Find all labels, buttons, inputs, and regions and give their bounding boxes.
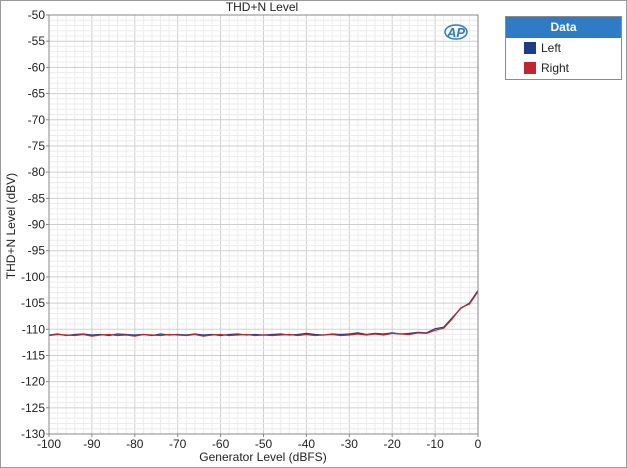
x-tick-labels: -100 -90 -80 -70 -60 -50 -40 -30 -20 -10 0 [37,434,482,451]
y-tick-label: -55 [28,34,46,48]
y-tick-label: -75 [28,139,46,153]
chart-title: THD+N Level [226,0,298,14]
y-tick-label: -100 [21,270,45,284]
x-tick-label: -80 [126,437,144,451]
x-tick-label: -70 [169,437,187,451]
legend: Data Left Right [505,16,622,80]
y-tick-label: -120 [21,375,45,389]
y-tick-label: -85 [28,191,46,205]
y-tick-labels: -50 -55 -60 -65 -70 -75 -80 -85 -90 -95 -100 -105 -1… [21,8,49,441]
x-tick-label: 0 [475,437,482,451]
x-tick-label: -50 [255,437,273,451]
legend-item-left[interactable]: Left [506,38,621,58]
legend-item-right[interactable]: Right [506,58,621,78]
legend-label-right: Right [541,61,570,75]
x-tick-label: -10 [426,437,444,451]
y-tick-label: -70 [28,113,46,127]
legend-swatch-left [524,42,536,54]
legend-swatch-right [524,62,536,74]
y-tick-label: -90 [28,218,46,232]
y-tick-label: -95 [28,244,46,258]
y-tick-label: -105 [21,296,45,310]
ap-logo-text: AP [446,25,465,40]
y-axis-label: THD+N Level (dBV) [4,173,18,279]
x-tick-label: -90 [83,437,101,451]
x-axis-label: Generator Level (dBFS) [199,450,326,464]
y-tick-label: -115 [22,348,45,362]
x-tick-label: -30 [341,437,359,451]
y-tick-label: -110 [22,322,45,336]
y-tick-label: -65 [28,87,46,101]
legend-title: Data [506,17,621,38]
y-tick-label: -60 [28,60,46,74]
grid-lines [48,14,479,435]
y-tick-label: -80 [28,165,46,179]
x-tick-label: -60 [212,437,230,451]
y-tick-label: -125 [21,401,45,415]
x-tick-label: -40 [298,437,316,451]
x-tick-label: -20 [384,437,402,451]
x-tick-label: -100 [37,437,61,451]
y-tick-label: -50 [28,8,46,22]
ap-logo: AP [444,24,468,40]
legend-label-left: Left [541,41,562,55]
